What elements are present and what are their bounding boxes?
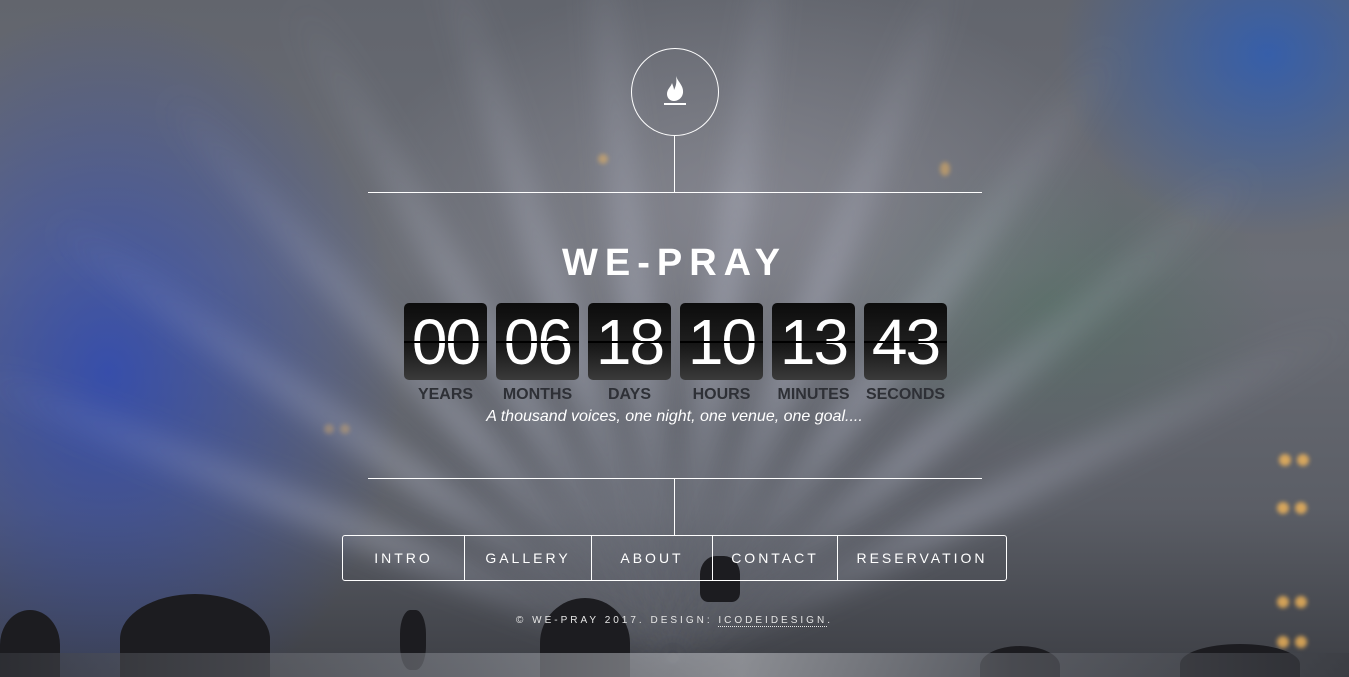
footer: © WE-PRAY 2017. DESIGN: ICODEIDESIGN. [0,615,1349,627]
countdown-value: 10 [680,303,763,380]
countdown-seconds: 43 SECONDS [864,303,947,404]
countdown-value: 06 [496,303,579,380]
countdown-label: YEARS [417,386,474,403]
countdown-label: MONTHS [502,386,573,403]
countdown-value: 00 [404,303,487,380]
footer-copyright: © WE-PRAY 2017. DESIGN: [516,615,719,626]
countdown-value: 13 [772,303,855,380]
countdown-value: 43 [864,303,947,380]
divider [674,136,675,192]
nav-contact[interactable]: CONTACT [712,536,837,580]
nav-reservation[interactable]: RESERVATION [837,536,1006,580]
countdown-days: 18 DAYS [588,303,671,404]
tagline: A thousand voices, one night, one venue,… [486,408,863,425]
nav-gallery[interactable]: GALLERY [464,536,591,580]
nav-intro[interactable]: INTRO [343,536,464,580]
logo[interactable] [631,48,719,136]
countdown-years: 00 YEARS [404,303,487,404]
countdown-label: DAYS [608,386,651,403]
divider [368,192,982,193]
countdown-label: HOURS [692,386,751,403]
countdown-label: SECONDS [865,386,946,403]
divider [674,478,675,535]
main-nav: INTRO GALLERY ABOUT CONTACT RESERVATION [342,535,1007,581]
countdown-minutes: 13 MINUTES [772,303,855,404]
countdown-hours: 10 HOURS [680,303,763,404]
footer-design-link[interactable]: ICODEIDESIGN [718,615,828,627]
footer-suffix: . [827,615,833,626]
countdown-value: 18 [588,303,671,380]
countdown: 00 YEARS 06 MONTHS 18 DAYS 10 HOURS 13 M… [404,303,947,404]
countdown-months: 06 MONTHS [496,303,579,404]
divider [368,478,982,479]
site-title: WE-PRAY [562,242,787,284]
flame-icon [662,74,688,111]
nav-about[interactable]: ABOUT [591,536,712,580]
countdown-label: MINUTES [777,386,850,403]
